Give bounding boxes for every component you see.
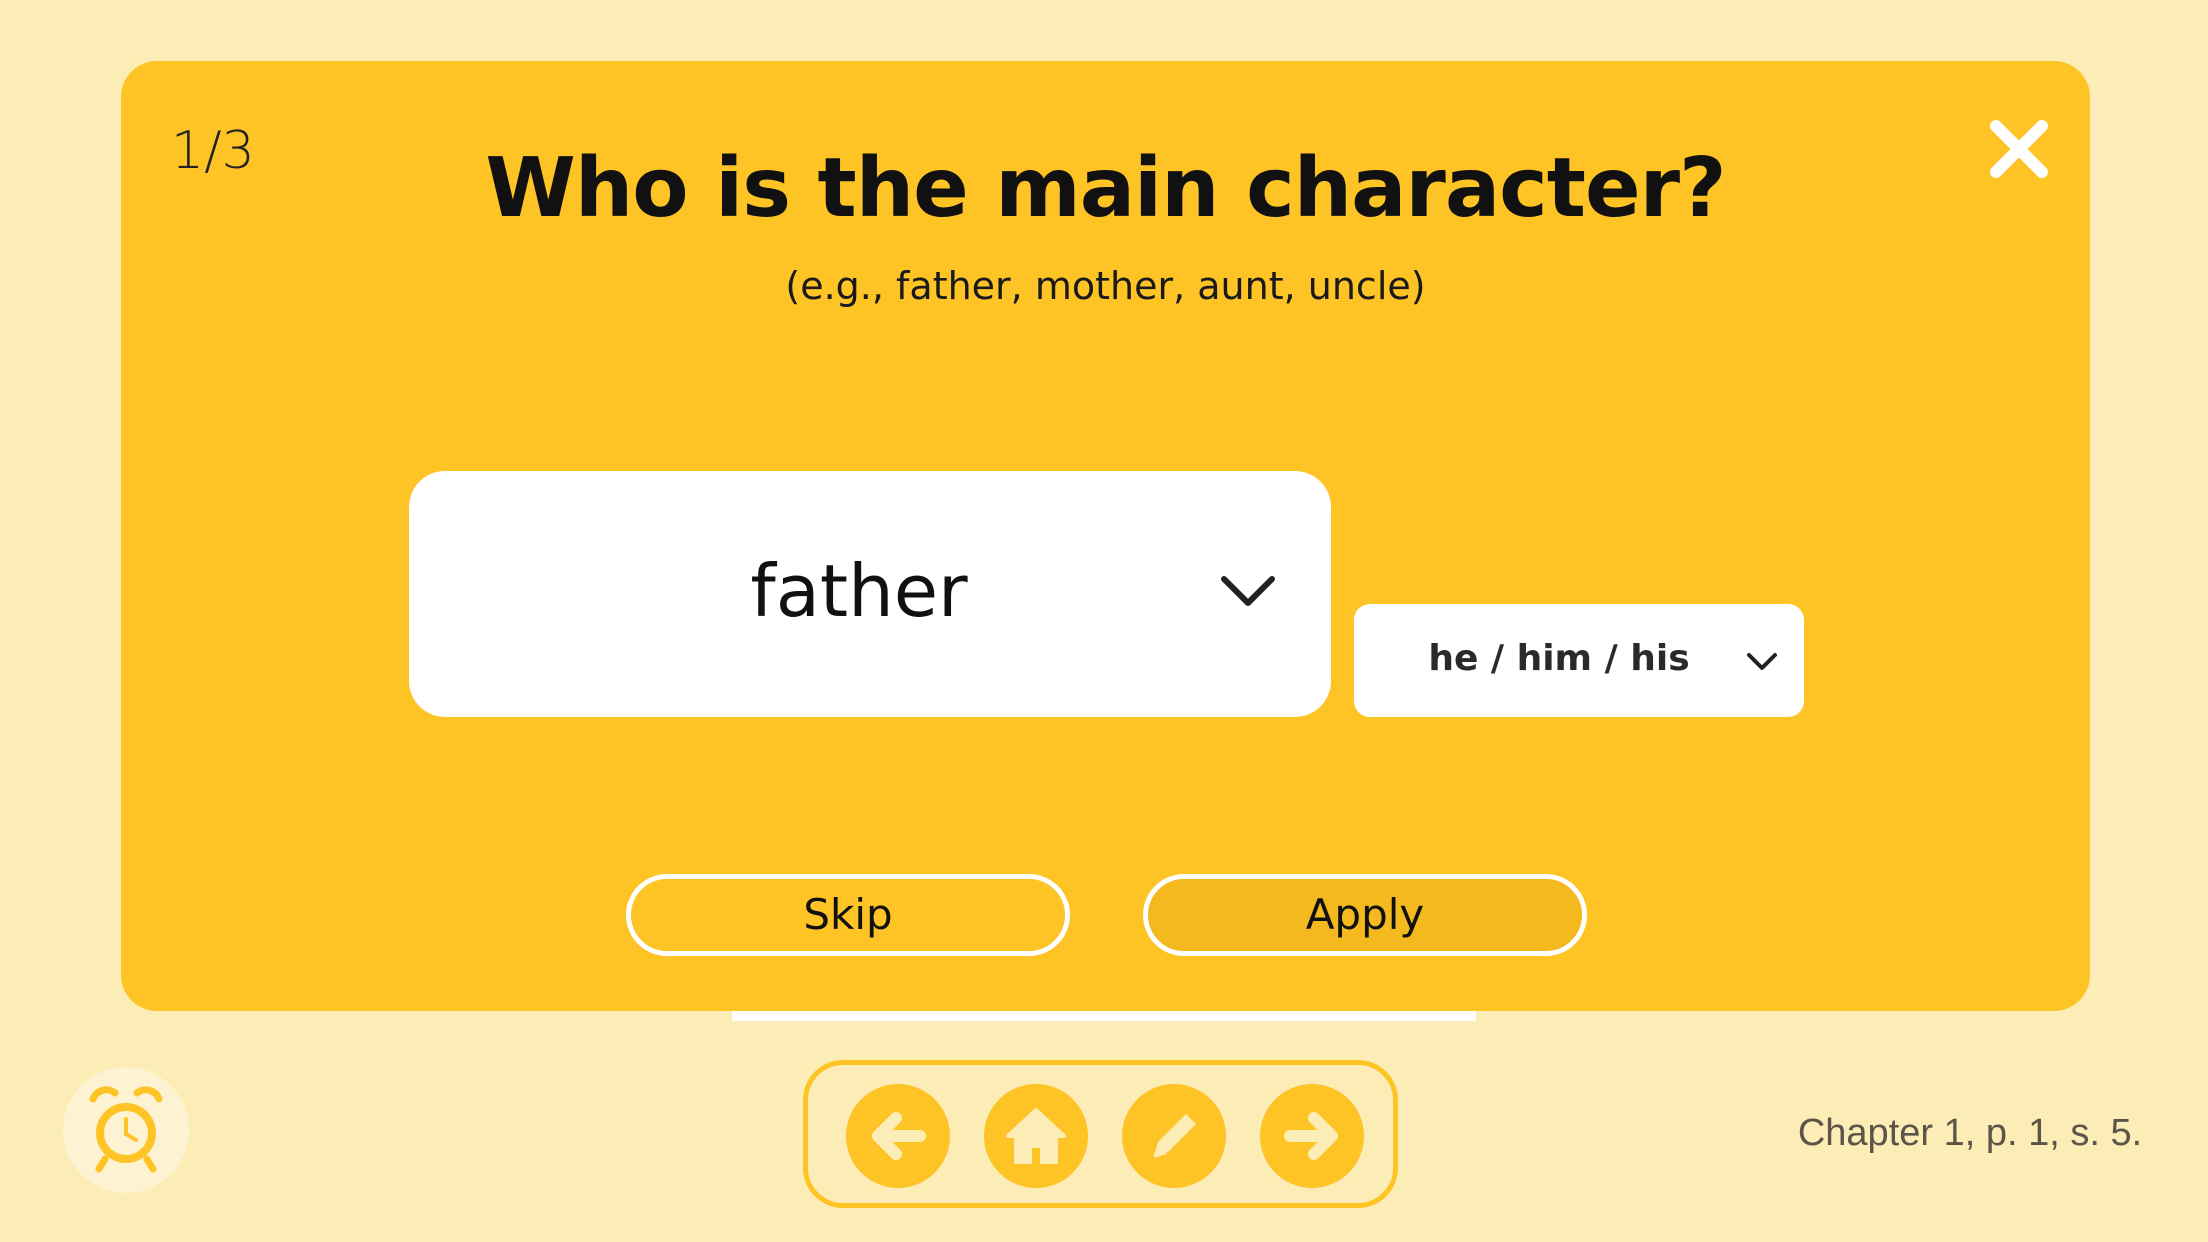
underlay-strip <box>732 1011 1476 1021</box>
alarm-button[interactable] <box>63 1067 189 1193</box>
forward-button[interactable] <box>1260 1084 1364 1188</box>
page-location: Chapter 1, p. 1, s. 5. <box>1797 1112 2143 1154</box>
chevron-down-icon <box>1747 653 1777 670</box>
pencil-icon <box>1153 1114 1196 1158</box>
dialog-subtitle: (e.g., father, mother, aunt, uncle) <box>785 264 1426 308</box>
character-dialog: 1/3 Who is the main character? (e.g., fa… <box>121 61 2090 1011</box>
chevron-down-icon <box>1221 576 1275 606</box>
character-select-value: father <box>750 549 968 633</box>
back-button[interactable] <box>846 1084 950 1188</box>
home-button[interactable] <box>984 1084 1088 1188</box>
home-icon <box>1006 1108 1066 1164</box>
alarm-clock-icon <box>89 1086 163 1173</box>
arrow-left-icon <box>872 1112 926 1160</box>
pronoun-select-value: he / him / his <box>1428 638 1690 679</box>
apply-button[interactable]: Apply <box>1143 874 1587 956</box>
navigation-bar <box>803 1060 1398 1208</box>
skip-button[interactable]: Skip <box>626 874 1070 956</box>
dialog-title: Who is the main character? <box>485 141 1726 236</box>
pronoun-select[interactable]: he / him / his <box>1354 604 1804 717</box>
edit-button[interactable] <box>1122 1084 1226 1188</box>
character-select[interactable]: father <box>409 471 1331 717</box>
arrow-right-icon <box>1284 1112 1338 1160</box>
